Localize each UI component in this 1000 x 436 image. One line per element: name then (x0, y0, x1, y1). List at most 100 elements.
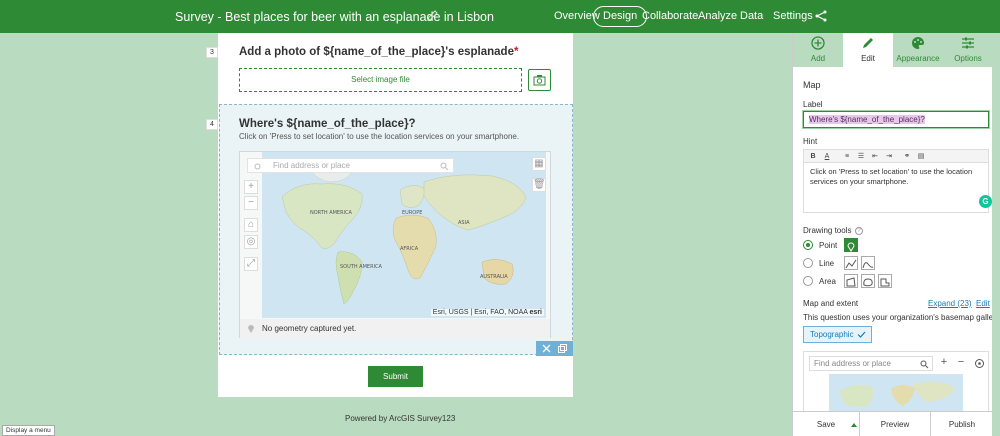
zoom-out-button[interactable]: − (244, 196, 258, 210)
expand-link[interactable]: Expand (23) (928, 299, 972, 308)
drawing-tools-caption: Drawing tools (803, 226, 852, 235)
label-input-value: Where's ${name_of_the_place}? (809, 115, 925, 124)
map-search-box[interactable]: Find address or place (247, 158, 454, 173)
map-label: ASIA (458, 220, 470, 226)
zoom-in-button[interactable]: + (244, 180, 258, 194)
freehand-polygon-tool-button[interactable] (861, 274, 875, 288)
radio-line[interactable] (803, 258, 813, 268)
locate-icon (254, 163, 261, 170)
search-placeholder: Find address or place (273, 161, 350, 170)
select-image-file-button[interactable]: Select image file (239, 68, 522, 92)
palette-icon (912, 37, 924, 49)
panel-tabs: Add Edit Appearance Options (793, 33, 993, 67)
required-marker: * (513, 46, 519, 58)
world-map-image: NORTH AMERICA EUROPE ASIA AFRICA SOUTH A… (262, 152, 546, 318)
chevron-up-icon[interactable] (851, 422, 857, 427)
panel-footer: Save Preview Publish (793, 411, 993, 436)
indent-icon[interactable]: ⇥ (883, 151, 895, 162)
close-icon[interactable] (542, 344, 551, 353)
grammarly-icon[interactable]: G (979, 195, 992, 208)
bulleted-list-icon[interactable]: ☰ (855, 151, 867, 162)
map-label: EUROPE (402, 210, 422, 216)
map-attribution: Esri, USGS | Esri, FAO, NOAA esri (430, 309, 544, 316)
nav-analyze[interactable]: Analyze (698, 6, 737, 27)
extent-map-search[interactable]: Find address or place (809, 356, 933, 371)
polyline-icon (845, 259, 857, 269)
share-icon[interactable] (815, 10, 827, 22)
basemap-note: This question uses your organization's b… (803, 313, 1000, 322)
properties-panel: Add Edit Appearance Options Map Label Wh… (792, 33, 1000, 436)
bold-button[interactable]: B (807, 151, 819, 162)
geometry-status: No geometry captured yet. (240, 319, 550, 338)
map-label: AFRICA (400, 246, 419, 252)
zoom-out-button[interactable]: − (954, 356, 968, 371)
nav-design[interactable]: Design (593, 6, 648, 27)
save-button[interactable]: Save (793, 412, 859, 436)
outdent-icon[interactable]: ⇤ (869, 151, 881, 162)
question-hint: Click on 'Press to set location' to use … (239, 132, 520, 141)
nav-data[interactable]: Data (740, 6, 763, 27)
tab-options[interactable]: Options (943, 33, 993, 67)
attribution-text: Esri, USGS | Esri, FAO, NOAA (432, 309, 528, 316)
label-caption: Label (803, 100, 823, 109)
radio-label: Area (819, 277, 836, 286)
basemap-topographic-button[interactable]: Topographic (803, 326, 872, 343)
freehand-icon (862, 262, 874, 269)
numbered-list-icon[interactable]: ≡ (841, 151, 853, 162)
save-label: Save (816, 420, 836, 429)
scrollbar[interactable] (992, 33, 1000, 436)
sliders-icon (962, 37, 974, 49)
nav-settings[interactable]: Settings (773, 6, 813, 27)
edit-title-pencil-icon[interactable] (426, 9, 438, 23)
edit-link[interactable]: Edit (976, 299, 990, 308)
locate-button[interactable]: ◎ (244, 235, 258, 249)
locate-icon[interactable] (974, 358, 985, 369)
duplicate-icon[interactable] (558, 344, 567, 353)
radio-point[interactable] (803, 240, 813, 250)
link-icon[interactable]: ⚭ (901, 151, 913, 162)
polyline-tool-button[interactable] (844, 256, 858, 270)
publish-button[interactable]: Publish (930, 412, 993, 436)
preview-button[interactable]: Preview (859, 412, 930, 436)
freehand-line-tool-button[interactable] (861, 256, 875, 270)
extent-map[interactable]: Find address or place + − (803, 351, 989, 419)
tab-add[interactable]: Add (793, 33, 843, 67)
polygon-tool-button[interactable] (844, 274, 858, 288)
submit-button[interactable]: Submit (368, 366, 423, 387)
camera-icon (533, 75, 546, 86)
label-input[interactable]: Where's ${name_of_the_place}? (803, 111, 989, 128)
hint-editor[interactable]: Click on 'Press to set location' to use … (803, 163, 989, 213)
world-map[interactable]: NORTH AMERICA EUROPE ASIA AFRICA SOUTH A… (262, 152, 546, 318)
search-icon[interactable] (440, 162, 449, 171)
radio-area[interactable] (803, 276, 813, 286)
top-bar: Survey - Best places for beer with an es… (0, 0, 1000, 33)
fullscreen-button[interactable]: ⤢ (244, 257, 258, 271)
tab-label: Appearance (896, 54, 940, 63)
hint-caption: Hint (803, 137, 818, 146)
question-title[interactable]: Add a photo of ${name_of_the_place}'s es… (239, 46, 518, 58)
point-tool-button[interactable] (844, 238, 858, 252)
delete-geometry-button[interactable]: 🗑 (532, 178, 546, 192)
search-icon[interactable] (920, 360, 929, 369)
source-icon[interactable]: ▤ (915, 151, 927, 162)
nav-collaborate[interactable]: Collaborate (642, 6, 698, 27)
camera-button[interactable] (528, 69, 551, 91)
map-label: AUSTRALIA (480, 274, 508, 280)
tab-label: Options (954, 54, 982, 63)
freehand-polygon-icon (863, 278, 873, 287)
geopoint-map[interactable]: NORTH AMERICA EUROPE ASIA AFRICA SOUTH A… (239, 151, 551, 338)
home-button[interactable]: ⌂ (244, 218, 258, 232)
survey-title[interactable]: Survey - Best places for beer with an es… (175, 10, 494, 24)
help-icon[interactable]: ? (855, 227, 863, 235)
basemap-gallery-button[interactable]: ▦ (532, 157, 546, 171)
tab-edit[interactable]: Edit (843, 33, 893, 67)
auto-complete-polygon-tool-button[interactable] (878, 274, 892, 288)
radio-label: Point (819, 241, 838, 250)
plus-circle-icon (811, 36, 825, 50)
question-title[interactable]: Where's ${name_of_the_place}? (239, 118, 416, 130)
zoom-in-button[interactable]: + (937, 356, 951, 371)
map-label: NORTH AMERICA (310, 210, 353, 216)
font-color-button[interactable]: A (821, 151, 833, 162)
rich-text-toolbar: B A ≡ ☰ ⇤ ⇥ ⚭ ▤ (803, 149, 989, 163)
tab-appearance[interactable]: Appearance (893, 33, 943, 67)
